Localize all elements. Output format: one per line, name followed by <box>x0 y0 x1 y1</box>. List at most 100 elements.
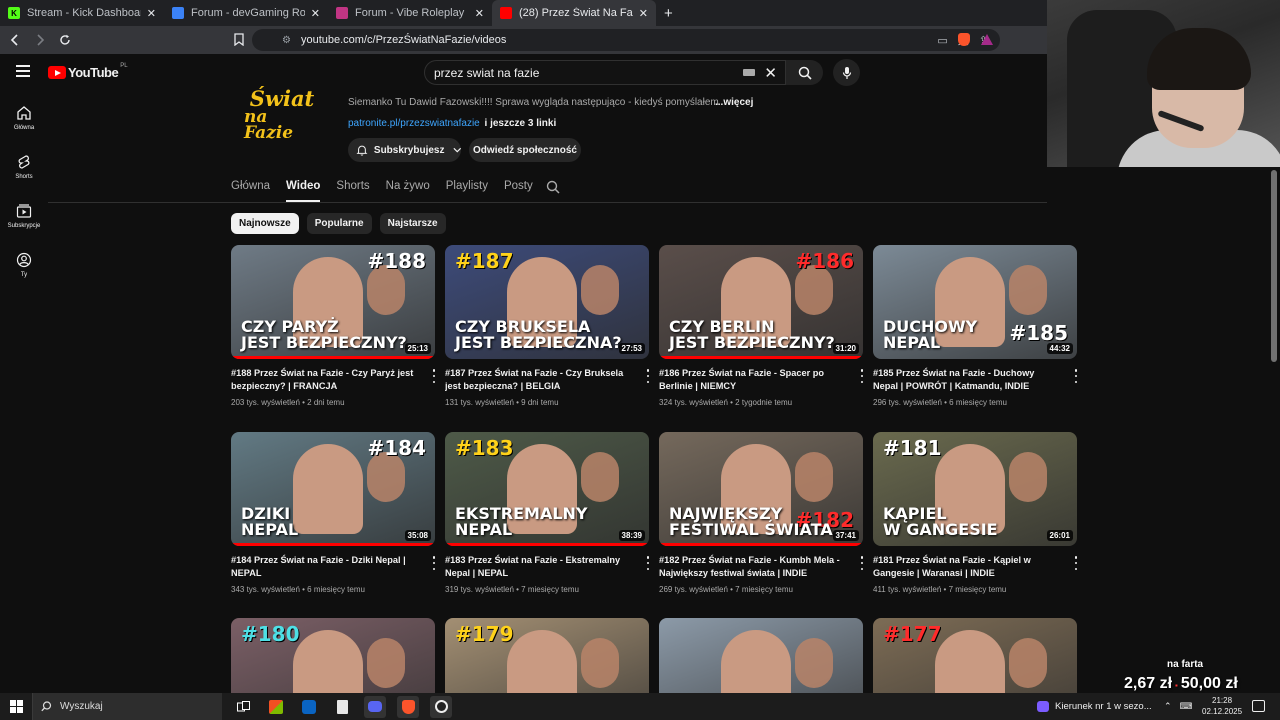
start-button[interactable] <box>0 693 32 720</box>
forward-icon[interactable] <box>30 30 50 50</box>
task-view-icon[interactable] <box>232 696 254 718</box>
cast-icon[interactable]: ▭ <box>937 34 947 47</box>
video-title[interactable]: #181 Przez Świat na Fazie - Kąpiel w Gan… <box>873 554 1061 580</box>
more-options-icon[interactable] <box>645 369 651 383</box>
tray-chevron-icon[interactable]: ⌃ <box>1164 701 1172 712</box>
tab-channel[interactable]: Główna <box>231 176 270 202</box>
close-tab-icon[interactable]: ✕ <box>311 7 320 20</box>
video-title[interactable]: #185 Przez Świat na Fazie - Duchowy Nepa… <box>873 367 1061 393</box>
microsoft-store-icon[interactable] <box>265 696 287 718</box>
video-card[interactable]: #182 NAJWIĘKSZY FESTIWAL ŚWIATA 37:41 #182 P… <box>659 432 865 594</box>
channel-avatar[interactable]: Świat na Fazie <box>244 88 320 142</box>
video-thumbnail[interactable]: #184 DZIKI NEPAL 35:08 <box>231 432 435 546</box>
close-tab-icon[interactable]: ✕ <box>475 7 484 20</box>
sort-chip[interactable]: Najstarsze <box>379 213 446 234</box>
browser-tab[interactable]: (28) Przez Świat Na Fazie - YouTube ✕ <box>492 0 656 26</box>
sort-chip[interactable]: Popularne <box>306 213 372 234</box>
address-bar[interactable]: ⚙ youtube.com/c/PrzezŚwiatNaFazie/videos… <box>234 29 1000 51</box>
more-options-icon[interactable] <box>1073 556 1079 570</box>
sidebar-item-subscriptions[interactable]: Subskrypcje <box>0 203 48 229</box>
channel-description[interactable]: Siemanko Tu Dawid Fazowski!!!! Sprawa wy… <box>348 97 722 108</box>
youtube-logo[interactable]: YouTube PL <box>48 63 128 80</box>
discord-icon[interactable] <box>364 695 386 718</box>
clear-search-icon[interactable]: ✕ <box>764 64 777 82</box>
more-options-icon[interactable] <box>431 369 437 383</box>
sidebar-item-shorts[interactable]: Shorts <box>0 154 48 180</box>
file-icon[interactable] <box>331 696 353 718</box>
community-button[interactable]: Odwiedź społeczność <box>469 138 581 162</box>
video-thumbnail[interactable]: #186 CZY BERLIN JEST BEZPIECZNY? 31:20 <box>659 245 863 359</box>
more-options-icon[interactable] <box>859 556 865 570</box>
subscribed-button[interactable]: Subskrybujesz <box>348 138 461 162</box>
bookmark-icon[interactable] <box>234 33 244 49</box>
patronite-link[interactable]: patronite.pl/przezswiatnafazie <box>348 118 480 129</box>
video-card[interactable]: #187 CZY BRUKSELA JEST BEZPIECZNA? 27:53 #18… <box>445 245 651 407</box>
sidebar-item-label: Subskrypcje <box>7 223 41 229</box>
video-title[interactable]: #183 Przez Świat na Fazie - Ekstremalny … <box>445 554 633 580</box>
video-thumbnail[interactable]: #182 NAJWIĘKSZY FESTIWAL ŚWIATA 37:41 <box>659 432 863 546</box>
url-text[interactable]: youtube.com/c/PrzezŚwiatNaFazie/videos <box>301 34 506 46</box>
video-card[interactable]: #185 DUCHOWY NEPAL 44:32 #185 Przez Świat na… <box>873 245 1079 407</box>
sidebar-item-home[interactable]: Główna <box>0 105 48 131</box>
close-tab-icon[interactable]: ✕ <box>639 7 648 20</box>
subscriptions-icon <box>16 204 32 218</box>
keyboard-icon[interactable] <box>743 69 755 76</box>
video-card[interactable]: #184 DZIKI NEPAL 35:08 #184 Przez Świat na F… <box>231 432 437 594</box>
close-tab-icon[interactable]: ✕ <box>147 7 156 20</box>
tab-channel[interactable]: Posty <box>504 176 533 202</box>
brave-shield-icon[interactable] <box>958 33 970 46</box>
video-title[interactable]: #184 Przez Świat na Fazie - Dziki Nepal … <box>231 554 419 580</box>
more-options-icon[interactable] <box>1073 369 1079 383</box>
more-options-icon[interactable] <box>645 556 651 570</box>
page-scrollbar[interactable] <box>1271 170 1277 362</box>
video-card[interactable]: #183 EKSTREMALNY NEPAL 38:39 #183 Przez Świa… <box>445 432 651 594</box>
keyboard-tray-icon[interactable]: ⌨ <box>1180 701 1193 712</box>
taskbar-search[interactable]: Wyszukaj <box>32 693 222 720</box>
tab-channel[interactable]: Na żywo <box>386 176 430 202</box>
tab-channel[interactable]: Playlisty <box>446 176 488 202</box>
video-card[interactable]: #186 CZY BERLIN JEST BEZPIECZNY? 31:20 #186 … <box>659 245 865 407</box>
sort-chip[interactable]: Najnowsze <box>231 213 299 234</box>
reload-icon[interactable] <box>55 30 75 50</box>
video-title[interactable]: #186 Przez Świat na Fazie - Spacer po Be… <box>659 367 847 393</box>
video-thumbnail[interactable]: #181 KĄPIEL W GANGESIE 26:01 <box>873 432 1077 546</box>
search-input[interactable]: przez swiat na fazie ✕ <box>424 60 786 85</box>
more-options-icon[interactable] <box>859 369 865 383</box>
new-tab-icon[interactable]: + <box>656 0 681 26</box>
sidebar-item-you[interactable]: Ty <box>0 252 48 278</box>
video-card[interactable]: #181 KĄPIEL W GANGESIE 26:01 #181 Przez Świa… <box>873 432 1079 594</box>
search-button[interactable] <box>786 60 823 85</box>
more-options-icon[interactable] <box>431 556 437 570</box>
notifications-icon[interactable] <box>1252 700 1265 712</box>
view-count: 131 tys. wyświetleń <box>445 398 514 407</box>
video-thumbnail[interactable]: #183 EKSTREMALNY NEPAL 38:39 <box>445 432 649 546</box>
video-thumbnail[interactable]: #187 CZY BRUKSELA JEST BEZPIECZNA? 27:53 <box>445 245 649 359</box>
tab-channel[interactable]: Wideo <box>286 176 321 202</box>
video-thumbnail[interactable]: #188 CZY PARYŻ JEST BEZPIECZNY? 25:13 <box>231 245 435 359</box>
brave-browser-icon[interactable] <box>397 695 419 718</box>
browser-tab[interactable]: Forum - Vibe Roleplay ✕ <box>328 0 492 26</box>
video-title[interactable]: #182 Przez Świat na Fazie - Kumbh Mela -… <box>659 554 847 580</box>
clock[interactable]: 21:28 02.12.2025 <box>1202 695 1242 717</box>
video-thumbnail[interactable]: #185 DUCHOWY NEPAL 44:32 <box>873 245 1077 359</box>
watch-progress <box>659 543 863 546</box>
more-links-link[interactable]: i jeszcze 3 linki <box>485 118 557 129</box>
menu-icon[interactable] <box>16 65 30 77</box>
outlook-icon[interactable] <box>298 696 320 718</box>
video-title[interactable]: #188 Przez Świat na Fazie - Czy Paryż je… <box>231 367 419 393</box>
brave-rewards-icon[interactable] <box>981 34 993 45</box>
video-title[interactable]: #187 Przez Świat na Fazie - Czy Bruksela… <box>445 367 633 393</box>
taskbar-widget[interactable]: Kierunek nr 1 w sezo... <box>1037 693 1152 720</box>
obs-icon[interactable] <box>430 695 452 718</box>
voice-search-button[interactable] <box>833 59 860 86</box>
thumbnail-caption: CZY BRUKSELA JEST BEZPIECZNA? <box>455 317 622 352</box>
description-more-link[interactable]: ...więcej <box>715 97 753 108</box>
site-info-icon[interactable]: ⚙ <box>282 35 291 46</box>
back-icon[interactable] <box>5 30 25 50</box>
browser-tab[interactable]: Forum - devGaming Roleplay ✕ <box>164 0 328 26</box>
tab-channel[interactable]: Shorts <box>336 176 369 202</box>
channel-search-icon[interactable] <box>546 180 560 199</box>
browser-toolbar: ⚙ youtube.com/c/PrzezŚwiatNaFazie/videos… <box>0 26 1048 54</box>
browser-tab[interactable]: K Stream - Kick Dashboard ✕ <box>0 0 164 26</box>
video-card[interactable]: #188 CZY PARYŻ JEST BEZPIECZNY? 25:13 #188 P… <box>231 245 437 407</box>
